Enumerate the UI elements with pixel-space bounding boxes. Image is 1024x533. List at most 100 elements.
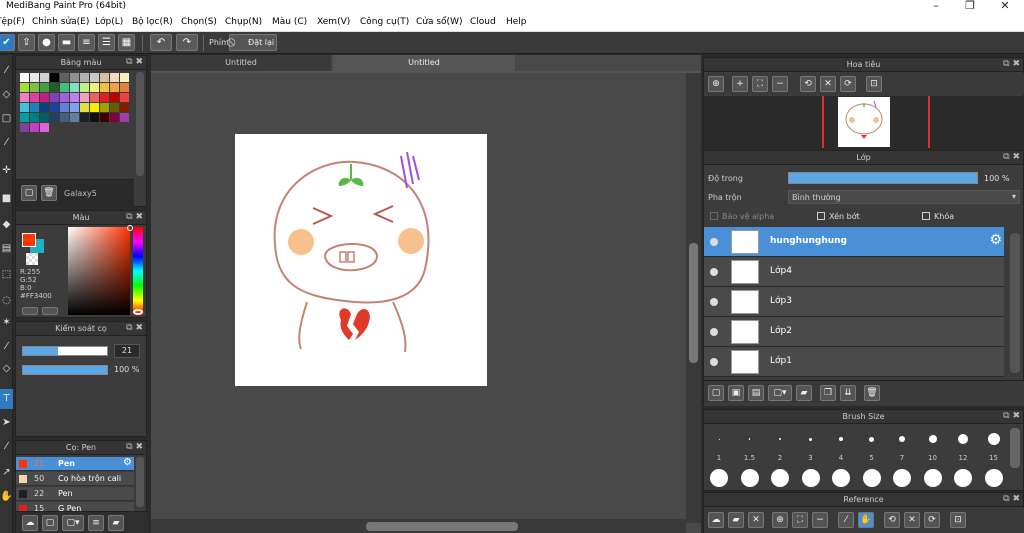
palette-swatch[interactable] — [40, 103, 49, 112]
select-eraser-icon[interactable]: ◇ — [0, 359, 13, 379]
palette-swatch[interactable] — [20, 103, 29, 112]
palette-swatch[interactable] — [90, 73, 99, 82]
panel-controls-icon[interactable]: ⧉ ✖ — [126, 211, 143, 224]
add-layer-menu-icon[interactable]: ▢▾ — [768, 385, 792, 401]
list-icon[interactable]: ☰ — [98, 34, 115, 51]
palette-swatch[interactable] — [60, 93, 69, 102]
reset-snap-button[interactable]: ⃠ Đặt lại — [229, 34, 277, 51]
canvas-hscroll-thumb[interactable] — [366, 522, 518, 531]
eyedropper-icon[interactable]: ⁄ — [0, 337, 13, 357]
minimize-button[interactable]: – — [926, 0, 946, 12]
move-tool-icon[interactable]: ✛ — [0, 161, 13, 181]
panel-controls-icon[interactable]: ⧉ ✖ — [126, 441, 143, 454]
brush-list-item[interactable]: 50 Cọ hòa trộn cali — [16, 472, 134, 486]
comment-icon[interactable]: ● — [38, 34, 55, 51]
delete-palette-icon[interactable]: 🗑 — [41, 185, 57, 201]
palette-swatch[interactable] — [40, 93, 49, 102]
layer-row[interactable]: hunghunghung ⚙ — [704, 227, 1004, 257]
menu-view[interactable]: Xem(V) — [317, 17, 350, 27]
delete-layer-icon[interactable]: 🗑 — [864, 385, 880, 401]
new-palette-icon[interactable]: ▢ — [21, 185, 37, 201]
lock-icon[interactable]: ⊡ — [950, 512, 966, 528]
rotate-left-icon[interactable]: ⟲ — [800, 76, 816, 92]
menu-cloud[interactable]: Cloud — [470, 17, 496, 27]
clipping-checkbox[interactable] — [817, 212, 825, 220]
new-brush-icon[interactable]: ▢ — [42, 515, 58, 531]
new-layer-icon[interactable]: ▢ — [708, 385, 724, 401]
palette-swatch[interactable] — [50, 83, 59, 92]
color-reset-button[interactable] — [42, 307, 58, 315]
eye-icon[interactable] — [710, 298, 718, 306]
palette-swatch[interactable] — [120, 113, 129, 122]
drawing-canvas[interactable] — [235, 134, 487, 386]
palette-swatch[interactable] — [120, 73, 129, 82]
brush-list-item[interactable]: 22 Pen — [16, 487, 134, 501]
eyedropper-icon[interactable]: ⁄ — [838, 512, 854, 528]
lasso-tool-icon[interactable]: ◌ — [0, 291, 13, 311]
folder-icon[interactable]: ▰ — [108, 515, 124, 531]
dropper-tool-icon[interactable]: ⁄ — [0, 437, 13, 457]
palette-swatch[interactable] — [110, 83, 119, 92]
brush-settings-icon[interactable]: ≡ — [88, 515, 104, 531]
brush-list-item[interactable]: 21 Pen ⚙ — [16, 457, 134, 471]
palette-swatch[interactable] — [80, 93, 89, 102]
palette-swatch[interactable] — [40, 113, 49, 122]
zoom-in-icon[interactable]: + — [732, 76, 748, 92]
palette-swatch[interactable] — [90, 83, 99, 92]
layer-row[interactable]: Lớp1 — [704, 347, 1004, 377]
palette-swatch[interactable] — [120, 83, 129, 92]
close-reference-icon[interactable]: ✕ — [748, 512, 764, 528]
cloud-icon[interactable]: ☁ — [708, 512, 724, 528]
brush-size-scrollbar[interactable] — [1010, 428, 1020, 468]
fill-rect-tool-icon[interactable]: ■ — [0, 189, 13, 209]
canvas-vscroll[interactable] — [686, 73, 701, 523]
gradient-tool-icon[interactable]: ▤ — [0, 239, 13, 259]
transparent-swatch[interactable] — [26, 253, 38, 265]
palette-swatch[interactable] — [70, 73, 79, 82]
menu-file[interactable]: Tệp(F) — [0, 17, 25, 27]
brush-size-option[interactable]: 7 — [888, 425, 916, 491]
eye-icon[interactable] — [710, 238, 718, 246]
bucket-tool-icon[interactable]: ◆ — [0, 215, 13, 235]
palette-scrollbar[interactable] — [136, 72, 144, 176]
palette-swatch[interactable] — [30, 113, 39, 122]
eye-icon[interactable] — [710, 268, 718, 276]
merge-layer-icon[interactable]: ⇊ — [840, 385, 856, 401]
palette-swatch[interactable] — [90, 103, 99, 112]
fit-icon[interactable]: ⛶ — [792, 512, 808, 528]
upload-icon[interactable]: ⇪ — [18, 34, 35, 51]
eye-icon[interactable] — [710, 328, 718, 336]
layer-row[interactable]: Lớp2 — [704, 317, 1004, 347]
canvas-vscroll-thumb[interactable] — [689, 243, 698, 363]
message-icon[interactable]: ▬ — [58, 34, 75, 51]
brush-size-option[interactable]: 12 — [949, 425, 977, 491]
brush-size-option[interactable]: 3 — [797, 425, 825, 491]
hand-tool-icon[interactable]: ✋ — [0, 487, 13, 507]
flip-icon[interactable]: ✕ — [820, 76, 836, 92]
palette-swatch[interactable] — [70, 93, 79, 102]
add-brush-icon[interactable]: ▢▾ — [62, 515, 84, 531]
palette-swatch[interactable] — [30, 93, 39, 102]
palette-swatch[interactable] — [20, 93, 29, 102]
zoom-icon[interactable]: ⊕ — [772, 512, 788, 528]
palette-swatch[interactable] — [50, 103, 59, 112]
brush-opacity-slider[interactable] — [22, 365, 108, 375]
palette-swatch[interactable] — [40, 123, 49, 132]
palette-swatch[interactable] — [70, 103, 79, 112]
text-tool-icon[interactable]: T — [0, 389, 13, 409]
panel-controls-icon[interactable]: ⧉ ✖ — [126, 56, 143, 69]
palette-swatch[interactable] — [100, 73, 109, 82]
palette-swatch[interactable] — [50, 93, 59, 102]
palette-swatch[interactable] — [100, 103, 109, 112]
palette-swatch[interactable] — [80, 103, 89, 112]
palette-swatch[interactable] — [100, 113, 109, 122]
brush-size-option[interactable]: 10 — [919, 425, 947, 491]
brush-size-option[interactable]: 1 — [705, 425, 733, 491]
palette-swatch[interactable] — [100, 83, 109, 92]
rect-tool-icon[interactable]: □ — [0, 109, 13, 129]
layer-list-scrollbar[interactable] — [1010, 233, 1020, 373]
palette-swatch[interactable] — [90, 113, 99, 122]
panel-controls-icon[interactable]: ⧉ ✖ — [1003, 410, 1020, 423]
palette-swatch[interactable] — [110, 113, 119, 122]
maximize-button[interactable]: ❐ — [960, 0, 980, 12]
